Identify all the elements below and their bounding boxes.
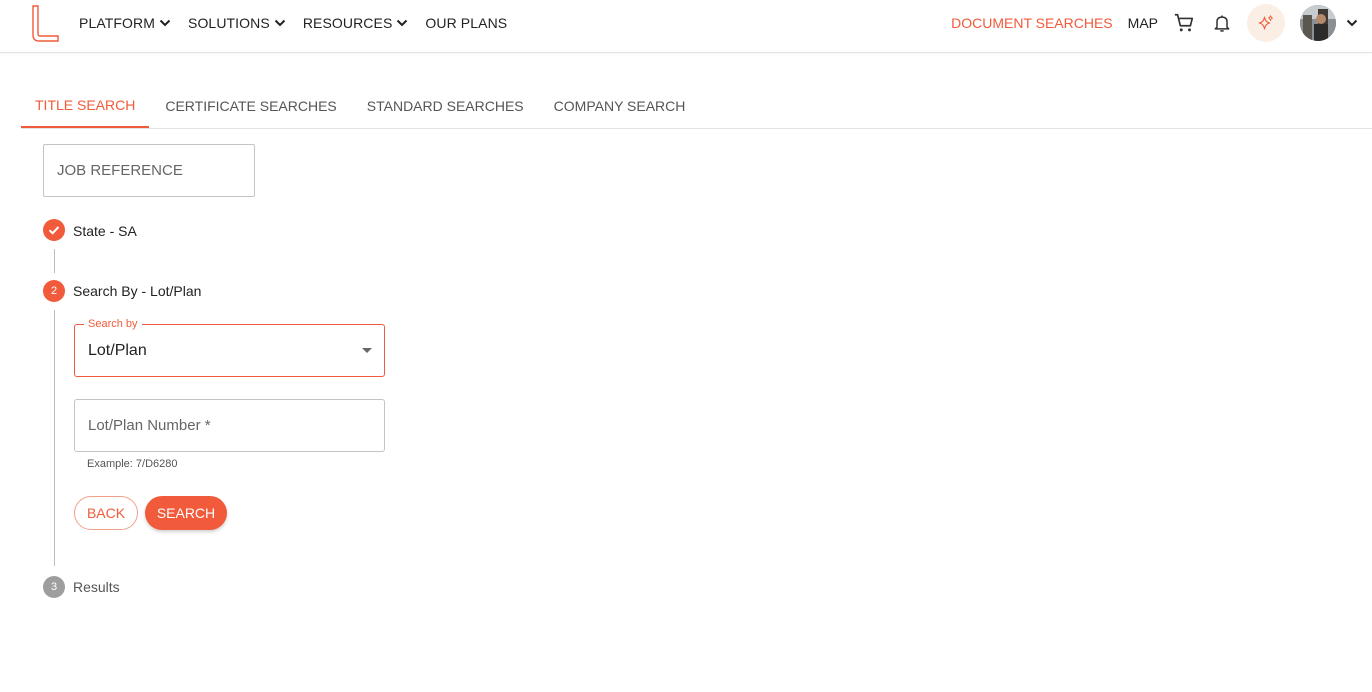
document-searches-link[interactable]: DOCUMENT SEARCHES [951,15,1113,31]
step-2-active-indicator: 2 [43,280,65,302]
nav-resources[interactable]: RESOURCES [303,15,410,31]
tab-standard-searches[interactable]: STANDARD SEARCHES [353,84,538,128]
nav-platform-label: PLATFORM [79,15,155,31]
chevron-down-icon [274,19,286,27]
check-icon [48,226,60,235]
lot-plan-helper-text: Example: 7/D6280 [87,458,178,470]
sparkle-icon [1258,15,1273,30]
step-3-pending-indicator: 3 [43,576,65,598]
search-button[interactable]: SEARCH [145,496,227,530]
header-actions: DOCUMENT SEARCHES MAP [951,0,1372,46]
bell-icon [1214,15,1230,32]
search-by-select[interactable]: Search by Lot/Plan [74,318,385,377]
notifications-button[interactable] [1209,10,1235,36]
search-by-value: Lot/Plan [88,342,147,359]
chevron-down-icon [159,19,171,27]
tab-company-search[interactable]: COMPANY SEARCH [540,84,700,128]
step-connector [54,249,55,273]
avatar-image [1300,5,1336,41]
nav-our-plans[interactable]: OUR PLANS [425,15,507,31]
cart-button[interactable] [1171,10,1197,36]
chevron-down-icon [1346,19,1358,27]
tab-certificate-searches[interactable]: CERTIFICATE SEARCHES [151,84,350,128]
logo-icon[interactable] [30,5,62,43]
step-1-completed-indicator [43,219,65,241]
account-menu-toggle[interactable] [1340,11,1364,35]
nav-resources-label: RESOURCES [302,15,393,31]
step-2-label: Search By - Lot/Plan [73,283,202,299]
step-1-label: State - SA [73,223,137,239]
nav-solutions-label: SOLUTIONS [188,15,270,31]
nav-solutions[interactable]: SOLUTIONS [188,15,287,31]
back-button[interactable]: BACK [74,496,138,530]
nav-our-plans-label: OUR PLANS [425,15,508,31]
main-nav: PLATFORM SOLUTIONS RESOURCES OUR PLANS [79,0,523,46]
step-3-label: Results [73,579,120,595]
top-navigation-bar: PLATFORM SOLUTIONS RESOURCES OUR PLANS D… [0,0,1372,53]
tabs-divider [21,128,1372,129]
job-reference-input[interactable] [43,144,255,197]
cart-icon [1174,13,1194,32]
lot-plan-number-input[interactable] [74,399,385,452]
search-by-label: Search by [84,318,142,330]
avatar[interactable] [1300,5,1336,41]
search-type-tabs: TITLE SEARCH CERTIFICATE SEARCHES STANDA… [21,84,701,129]
ai-assistant-button[interactable] [1247,4,1285,42]
chevron-down-icon [397,19,408,27]
map-link[interactable]: MAP [1128,15,1158,31]
nav-platform[interactable]: PLATFORM [79,15,172,31]
tab-title-search[interactable]: TITLE SEARCH [21,84,150,128]
dropdown-arrow-icon [362,348,372,353]
step-connector [54,310,55,566]
